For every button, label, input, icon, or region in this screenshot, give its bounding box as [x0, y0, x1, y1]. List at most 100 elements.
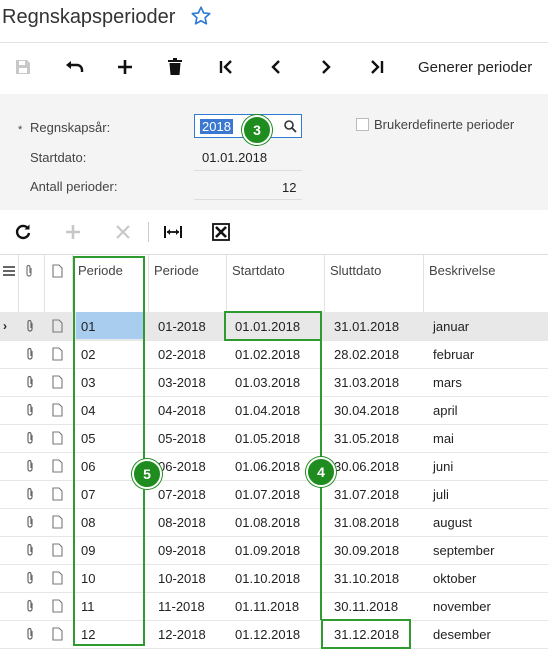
table-row[interactable]: 11 11-2018 01.11.2018 30.11.2018 november — [0, 592, 548, 621]
period-number-cell[interactable]: 09 — [81, 543, 95, 558]
fit-columns-icon[interactable] — [160, 219, 186, 245]
last-record-icon[interactable] — [364, 54, 390, 80]
save-icon[interactable] — [10, 54, 36, 80]
period-id-cell[interactable]: 08-2018 — [158, 515, 206, 530]
end-date-cell[interactable]: 31.08.2018 — [334, 515, 399, 530]
start-date-cell[interactable]: 01.09.2018 — [235, 543, 300, 558]
period-id-cell[interactable]: 05-2018 — [158, 431, 206, 446]
attachment-icon[interactable] — [25, 487, 35, 504]
start-date-cell[interactable]: 01.05.2018 — [235, 431, 300, 446]
start-date-cell[interactable]: 01.03.2018 — [235, 375, 300, 390]
period-id-cell[interactable]: 12-2018 — [158, 627, 206, 642]
attachment-icon[interactable] — [25, 319, 35, 336]
period-id-cell[interactable]: 01-2018 — [158, 319, 206, 334]
attachment-icon[interactable] — [25, 543, 35, 560]
start-date-cell[interactable]: 01.04.2018 — [235, 403, 300, 418]
start-date-cell[interactable]: 01.11.2018 — [235, 599, 299, 614]
attachment-icon[interactable] — [25, 515, 35, 532]
attachment-icon[interactable] — [25, 627, 35, 644]
table-row[interactable]: › 01 01-2018 01.01.2018 31.01.2018 januar — [0, 312, 548, 341]
period-number-cell[interactable]: 08 — [81, 515, 95, 530]
start-date-cell[interactable]: 01.07.2018 — [235, 487, 300, 502]
period-number-cell[interactable]: 12 — [81, 627, 95, 642]
start-date-value[interactable]: 01.01.2018 — [202, 150, 267, 165]
period-number-cell[interactable]: 02 — [81, 347, 95, 362]
note-icon[interactable] — [52, 543, 63, 560]
period-number-cell[interactable]: 05 — [81, 431, 95, 446]
attachment-icon[interactable] — [25, 599, 35, 616]
note-icon[interactable] — [52, 431, 63, 448]
generate-periods-button[interactable]: Generer perioder — [418, 59, 532, 76]
table-row[interactable]: 05 05-2018 01.05.2018 31.05.2018 mai — [0, 424, 548, 453]
custom-periods-checkbox[interactable] — [356, 118, 369, 131]
period-number-cell[interactable]: 04 — [81, 403, 95, 418]
note-icon[interactable] — [52, 515, 63, 532]
period-number-cell[interactable]: 01 — [81, 319, 95, 334]
table-row[interactable]: 08 08-2018 01.08.2018 31.08.2018 august — [0, 508, 548, 537]
end-date-cell[interactable]: 30.04.2018 — [334, 403, 399, 418]
end-date-cell[interactable]: 30.09.2018 — [334, 543, 399, 558]
column-header-end-date[interactable]: Sluttdato — [330, 263, 381, 278]
attachment-icon[interactable] — [25, 375, 35, 392]
description-cell[interactable]: mars — [433, 375, 462, 390]
add-row-icon[interactable] — [60, 219, 86, 245]
description-cell[interactable]: januar — [433, 319, 469, 334]
start-date-cell[interactable]: 01.08.2018 — [235, 515, 300, 530]
period-id-cell[interactable]: 04-2018 — [158, 403, 206, 418]
column-header-start-date[interactable]: Startdato — [232, 263, 285, 278]
attachment-icon[interactable] — [25, 459, 35, 476]
start-date-cell[interactable]: 01.01.2018 — [235, 319, 300, 334]
attachment-icon[interactable] — [25, 571, 35, 588]
end-date-cell[interactable]: 31.01.2018 — [334, 319, 399, 334]
table-row[interactable]: 02 02-2018 01.02.2018 28.02.2018 februar — [0, 340, 548, 369]
description-cell[interactable]: oktober — [433, 571, 476, 586]
attachment-icon[interactable] — [25, 347, 35, 364]
period-id-cell[interactable]: 09-2018 — [158, 543, 206, 558]
start-date-cell[interactable]: 01.06.2018 — [235, 459, 300, 474]
undo-icon[interactable] — [62, 54, 88, 80]
start-date-cell[interactable]: 01.02.2018 — [235, 347, 300, 362]
end-date-cell[interactable]: 31.07.2018 — [334, 487, 399, 502]
table-row[interactable]: 07 07-2018 01.07.2018 31.07.2018 juli — [0, 480, 548, 509]
note-icon[interactable] — [52, 459, 63, 476]
description-cell[interactable]: mai — [433, 431, 454, 446]
end-date-cell[interactable]: 28.02.2018 — [334, 347, 399, 362]
first-record-icon[interactable] — [213, 54, 239, 80]
previous-record-icon[interactable] — [263, 54, 289, 80]
description-cell[interactable]: juli — [433, 487, 449, 502]
description-cell[interactable]: august — [433, 515, 472, 530]
description-cell[interactable]: april — [433, 403, 458, 418]
end-date-cell[interactable]: 30.06.2018 — [334, 459, 399, 474]
note-icon[interactable] — [52, 571, 63, 588]
export-excel-icon[interactable] — [208, 219, 234, 245]
table-row[interactable]: 04 04-2018 01.04.2018 30.04.2018 april — [0, 396, 548, 425]
note-icon[interactable] — [52, 347, 63, 364]
period-id-cell[interactable]: 02-2018 — [158, 347, 206, 362]
note-icon[interactable] — [52, 627, 63, 644]
next-record-icon[interactable] — [313, 54, 339, 80]
end-date-cell[interactable]: 31.03.2018 — [334, 375, 399, 390]
period-number-cell[interactable]: 07 — [81, 487, 95, 502]
column-header-period[interactable]: Periode — [78, 263, 123, 278]
fiscal-year-value[interactable]: 2018 — [200, 119, 233, 134]
table-row[interactable]: 06 06-2018 01.06.2018 30.06.2018 juni — [0, 452, 548, 481]
end-date-cell[interactable]: 31.12.2018 — [334, 627, 399, 642]
start-date-cell[interactable]: 01.12.2018 — [235, 627, 300, 642]
delete-row-icon[interactable] — [110, 219, 136, 245]
note-icon[interactable] — [52, 487, 63, 504]
table-row[interactable]: 10 10-2018 01.10.2018 31.10.2018 oktober — [0, 564, 548, 593]
description-cell[interactable]: desember — [433, 627, 491, 642]
attachment-icon[interactable] — [25, 431, 35, 448]
end-date-cell[interactable]: 31.10.2018 — [334, 571, 399, 586]
delete-icon[interactable] — [162, 54, 188, 80]
period-id-cell[interactable]: 11-2018 — [158, 599, 205, 614]
period-id-cell[interactable]: 06-2018 — [158, 459, 206, 474]
start-date-cell[interactable]: 01.10.2018 — [235, 571, 300, 586]
period-id-cell[interactable]: 03-2018 — [158, 375, 206, 390]
note-icon[interactable] — [52, 375, 63, 392]
search-icon[interactable] — [283, 119, 297, 133]
note-icon[interactable] — [52, 319, 63, 336]
attachment-icon[interactable] — [25, 403, 35, 420]
num-periods-value[interactable]: 12 — [282, 180, 296, 195]
add-icon[interactable] — [112, 54, 138, 80]
